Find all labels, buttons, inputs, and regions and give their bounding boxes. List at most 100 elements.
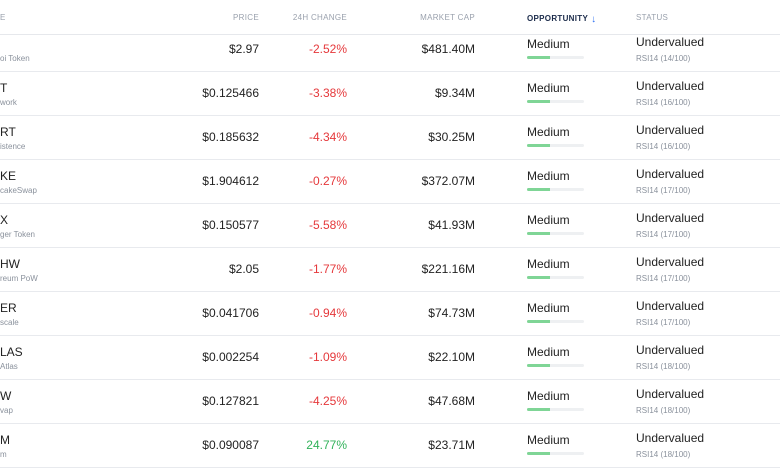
status-label: Undervalued (636, 387, 705, 401)
rsi-indicator: RSI14 (17/100) (636, 230, 691, 239)
table-row[interactable]: LAS Atlas $0.002254 -1.09% $22.10M Medium Unde… (0, 335, 780, 380)
status-label: Undervalued (636, 255, 705, 269)
opportunity-meter (527, 408, 584, 411)
opportunity-meter-fill (527, 100, 550, 103)
token-price: $0.185632 (202, 130, 259, 144)
rsi-indicator: RSI14 (16/100) (636, 142, 691, 151)
opportunity-meter (527, 144, 584, 147)
opportunity-label: Medium (527, 213, 570, 227)
rsi-indicator: RSI14 (16/100) (636, 98, 691, 107)
table-row[interactable]: RT istence $0.185632 -4.34% $30.25M Medium Und… (0, 115, 780, 160)
token-symbol[interactable]: T (0, 81, 7, 95)
opportunity-meter-fill (527, 56, 550, 59)
token-name: Atlas (0, 362, 18, 371)
rsi-indicator: RSI14 (17/100) (636, 274, 691, 283)
rsi-indicator: RSI14 (18/100) (636, 406, 691, 415)
opportunity-meter (527, 188, 584, 191)
column-header-opportunity[interactable]: OPPORTUNITY ↓ (527, 13, 597, 25)
token-name: vap (0, 406, 13, 415)
opportunity-label: Medium (527, 301, 570, 315)
opportunity-label: Medium (527, 37, 570, 51)
table-row[interactable]: Twork $0.125466 -3.38% $9.34M Medium Underval… (0, 71, 780, 116)
price-change-24h: -1.77% (308, 262, 347, 276)
market-cap: $30.25M (428, 130, 475, 144)
column-header-24h-change[interactable]: 24H CHANGE (293, 13, 347, 22)
opportunity-label: Medium (527, 433, 570, 447)
column-header-name[interactable]: E (0, 13, 6, 22)
token-price: $0.090087 (202, 438, 259, 452)
rsi-indicator: RSI14 (14/100) (636, 54, 691, 63)
token-symbol[interactable]: X (0, 213, 8, 227)
token-name: oi Token (0, 54, 30, 63)
status-label: Undervalued (636, 299, 705, 313)
opportunity-meter-fill (527, 408, 550, 411)
token-name: istence (0, 142, 26, 151)
opportunity-meter (527, 232, 584, 235)
token-price: $0.041706 (202, 306, 259, 320)
column-header-opportunity-label: OPPORTUNITY (527, 14, 589, 23)
price-change-24h: -0.27% (308, 174, 347, 188)
token-symbol[interactable]: M (0, 433, 10, 447)
token-symbol[interactable]: LAS (0, 345, 23, 359)
price-change-24h: -1.09% (308, 350, 347, 364)
opportunity-meter (527, 276, 584, 279)
token-price: $2.97 (228, 42, 259, 56)
price-change-24h: -2.52% (308, 42, 347, 56)
token-symbol[interactable]: KE (0, 169, 16, 183)
token-name: m (0, 450, 7, 459)
token-price: $0.125466 (202, 86, 259, 100)
token-symbol[interactable]: RT (0, 125, 16, 139)
table-row[interactable]: oi Token $2.97 -2.52% $481.40M Medium Underva… (0, 27, 780, 72)
opportunity-meter-fill (527, 276, 550, 279)
market-cap: $47.68M (428, 394, 475, 408)
opportunity-meter (527, 56, 584, 59)
token-price: $2.05 (228, 262, 259, 276)
status-label: Undervalued (636, 211, 705, 225)
opportunity-meter-fill (527, 364, 550, 367)
opportunity-meter (527, 364, 584, 367)
table-row[interactable]: HW reum PoW $2.05 -1.77% $221.16M Medium Under… (0, 247, 780, 292)
token-symbol[interactable]: HW (0, 257, 20, 271)
table-row[interactable]: ER scale $0.041706 -0.94% $74.73M Medium Under… (0, 291, 780, 336)
token-symbol[interactable]: W (0, 389, 11, 403)
table-row[interactable]: KE cakeSwap $1.904612 -0.27% $372.07M Medium U… (0, 159, 780, 204)
opportunity-meter (527, 320, 584, 323)
token-symbol[interactable]: ER (0, 301, 17, 315)
table-row[interactable]: Mm $0.090087 24.77% $23.71M Medium Undervalue… (0, 423, 780, 468)
opportunity-meter-fill (527, 320, 550, 323)
opportunity-label: Medium (527, 389, 570, 403)
token-name: reum PoW (0, 274, 38, 283)
price-change-24h: -4.25% (308, 394, 347, 408)
token-price: $0.127821 (202, 394, 259, 408)
token-name: ger Token (0, 230, 35, 239)
market-cap: $221.16M (421, 262, 475, 276)
table-row[interactable]: Xger Token $0.150577 -5.58% $41.93M Medium Un… (0, 203, 780, 248)
opportunity-label: Medium (527, 125, 570, 139)
status-label: Undervalued (636, 167, 705, 181)
market-cap: $22.10M (428, 350, 475, 364)
token-name: work (0, 98, 17, 107)
opportunity-meter-fill (527, 232, 550, 235)
token-price: $0.150577 (202, 218, 259, 232)
opportunity-label: Medium (527, 169, 570, 183)
sort-descending-icon: ↓ (591, 14, 597, 25)
column-header-price[interactable]: PRICE (233, 13, 259, 22)
status-label: Undervalued (636, 35, 705, 49)
market-cap: $481.40M (421, 42, 475, 56)
column-header-market-cap[interactable]: MARKET CAP (420, 13, 475, 22)
opportunity-label: Medium (527, 257, 570, 271)
token-name: scale (0, 318, 19, 327)
opportunity-meter-fill (527, 452, 550, 455)
table-row[interactable]: Wvap $0.127821 -4.25% $47.68M Medium Underval… (0, 379, 780, 424)
opportunity-label: Medium (527, 81, 570, 95)
market-cap: $372.07M (421, 174, 475, 188)
column-header-status[interactable]: STATUS (636, 13, 668, 22)
opportunity-meter (527, 452, 584, 455)
rsi-indicator: RSI14 (18/100) (636, 362, 691, 371)
token-name: cakeSwap (0, 186, 37, 195)
price-change-24h: -3.38% (308, 86, 347, 100)
rsi-indicator: RSI14 (17/100) (636, 186, 691, 195)
status-label: Undervalued (636, 79, 705, 93)
price-change-24h: -5.58% (308, 218, 347, 232)
rsi-indicator: RSI14 (17/100) (636, 318, 691, 327)
